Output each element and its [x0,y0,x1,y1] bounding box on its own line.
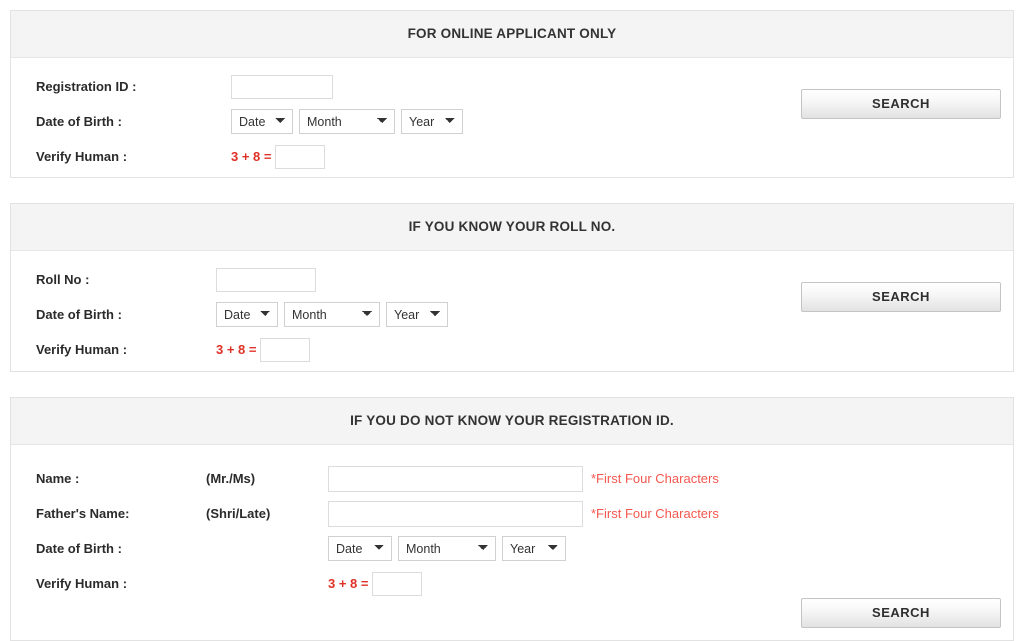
form-rows-online: Registration ID : Date of Birth : Date M… [36,69,463,174]
captcha-input-noreg[interactable] [372,571,423,596]
panel-roll-no-body: Roll No : Date of Birth : Date Month Yea… [11,251,1013,371]
captcha-equation-roll: 3 + 8 = [216,342,257,357]
row-registration-id: Registration ID : [36,69,463,104]
row-verify-human-roll: Verify Human : 3 + 8 = [36,332,448,367]
dob-month-select-roll[interactable]: Month [284,302,380,327]
row-verify-human-online: Verify Human : 3 + 8 = [36,139,463,174]
search-button-roll[interactable]: SEARCH [801,282,1001,312]
panel-no-registration-id-body: Name : (Mr./Ms) *First Four Characters F… [11,445,1013,640]
verify-human-label: Verify Human : [36,149,128,164]
name-hint: *First Four Characters [591,471,719,486]
verify-human-label-roll: Verify Human : [36,342,128,357]
search-button-wrapper-noreg: SEARCH [801,598,1001,628]
search-button-online[interactable]: SEARCH [801,89,1001,119]
dob-date-select-roll[interactable]: Date [216,302,278,327]
father-name-label: Father's Name: [36,506,130,521]
dob-month-select-noreg[interactable]: Month [398,536,496,561]
dob-date-select-noreg[interactable]: Date [328,536,392,561]
row-roll-no: Roll No : [36,262,448,297]
captcha-input[interactable] [275,144,326,169]
search-button-noreg[interactable]: SEARCH [801,598,1001,628]
dob-label-roll: Date of Birth : [36,307,122,322]
row-name: Name : (Mr./Ms) *First Four Characters [36,461,719,496]
page-root: FOR ONLINE APPLICANT ONLY Registration I… [0,0,1024,641]
dob-month-select[interactable]: Month [299,109,395,134]
dob-year-select[interactable]: Year [401,109,463,134]
father-name-prefix-label: (Shri/Late) [206,506,271,521]
dob-label: Date of Birth : [36,114,122,129]
roll-no-label: Roll No : [36,272,90,287]
name-prefix-label: (Mr./Ms) [206,471,256,486]
row-dob-online: Date of Birth : Date Month Year [36,104,463,139]
search-button-wrapper-online: SEARCH [801,89,1001,119]
panel-no-registration-id-title: IF YOU DO NOT KNOW YOUR REGISTRATION ID. [11,398,1013,445]
row-verify-human-noreg: Verify Human : 3 + 8 = [36,566,719,601]
father-name-hint: *First Four Characters [591,506,719,521]
panel-roll-no-title: IF YOU KNOW YOUR ROLL NO. [11,204,1013,251]
dob-year-select-noreg[interactable]: Year [502,536,566,561]
captcha-equation: 3 + 8 = [231,149,272,164]
panel-roll-no: IF YOU KNOW YOUR ROLL NO. Roll No : Date… [10,203,1014,372]
dob-year-select-roll[interactable]: Year [386,302,448,327]
name-label: Name : [36,471,80,486]
form-rows-roll: Roll No : Date of Birth : Date Month Yea… [36,262,448,367]
row-dob-roll: Date of Birth : Date Month Year [36,297,448,332]
panel-online-applicant: FOR ONLINE APPLICANT ONLY Registration I… [10,10,1014,178]
captcha-equation-noreg: 3 + 8 = [328,576,369,591]
dob-label-noreg: Date of Birth : [36,541,122,556]
row-dob-noreg: Date of Birth : Date Month Year [36,531,719,566]
roll-no-input[interactable] [216,267,316,292]
dob-date-select[interactable]: Date [231,109,293,134]
name-input[interactable] [328,465,583,492]
captcha-input-roll[interactable] [260,337,311,362]
search-button-wrapper-roll: SEARCH [801,282,1001,312]
form-rows-noreg: Name : (Mr./Ms) *First Four Characters F… [36,461,719,601]
registration-id-input[interactable] [231,74,333,99]
panel-online-applicant-body: Registration ID : Date of Birth : Date M… [11,58,1013,177]
verify-human-label-noreg: Verify Human : [36,576,128,591]
father-name-input[interactable] [328,500,583,527]
row-father-name: Father's Name: (Shri/Late) *First Four C… [36,496,719,531]
panel-online-applicant-title: FOR ONLINE APPLICANT ONLY [11,11,1013,58]
registration-id-label: Registration ID : [36,79,137,94]
panel-no-registration-id: IF YOU DO NOT KNOW YOUR REGISTRATION ID.… [10,397,1014,641]
